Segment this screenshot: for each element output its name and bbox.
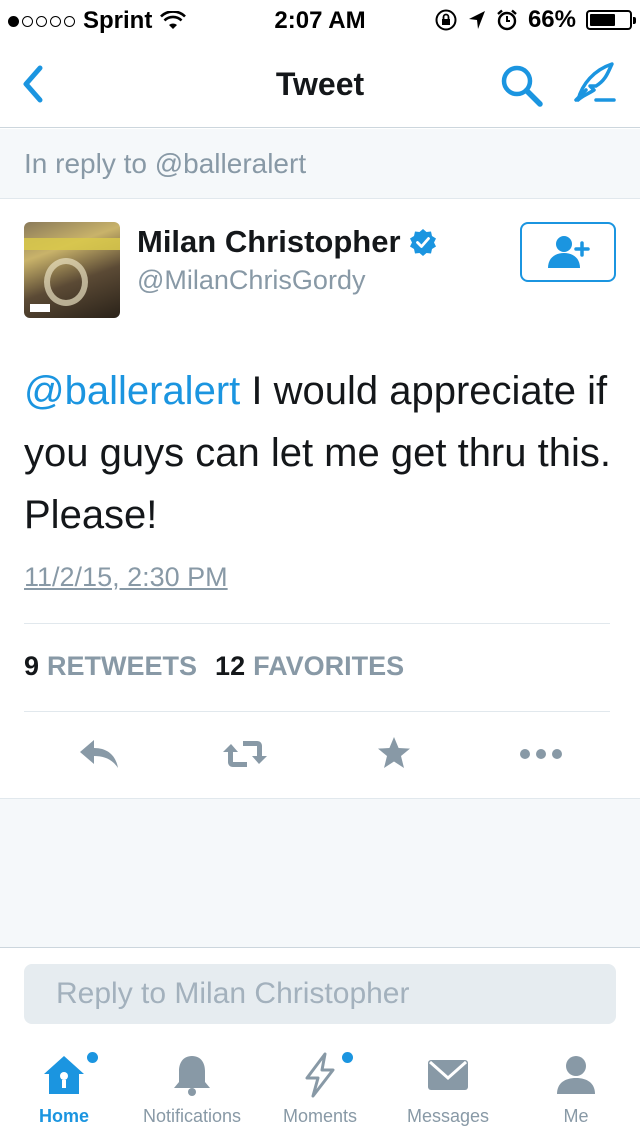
battery-fill (590, 14, 615, 26)
retweets-count: 9 (24, 651, 40, 681)
envelope-icon (428, 1060, 468, 1090)
orientation-lock-icon (435, 9, 457, 31)
tab-home[interactable]: Home (0, 1034, 128, 1136)
profile-icon (557, 1056, 595, 1094)
alarm-icon (497, 9, 517, 31)
bell-icon (174, 1056, 210, 1096)
author-name-row: Milan Christopher (137, 224, 437, 260)
author-handle[interactable]: @MilanChrisGordy (137, 265, 365, 296)
favorites-label: FAVORITES (253, 651, 405, 681)
tab-me[interactable]: Me (512, 1034, 640, 1136)
tweet-stats: 9 RETWEETS 12 FAVORITES (24, 651, 404, 682)
favorites-count: 12 (215, 651, 246, 681)
more-options-icon[interactable] (517, 734, 565, 774)
navigation-bar: Tweet (0, 40, 640, 128)
avatar-artwork-label (30, 304, 50, 312)
battery-icon (586, 10, 636, 30)
tab-moments[interactable]: Moments (256, 1034, 384, 1136)
tab-messages[interactable]: Messages (384, 1034, 512, 1136)
avatar[interactable] (24, 222, 120, 318)
follow-button[interactable] (520, 222, 616, 282)
status-right: 66% (434, 6, 636, 34)
tab-bar: Home Notifications Moments Messages Me (0, 1034, 640, 1136)
tab-messages-label: Messages (406, 1106, 490, 1126)
reply-bar (0, 948, 640, 1034)
mention-link[interactable]: @balleralert (24, 369, 240, 413)
tab-notifications-label: Notifications (142, 1106, 242, 1126)
reply-icon[interactable] (76, 734, 124, 774)
avatar-artwork-band (24, 238, 120, 250)
conversation-area (0, 798, 640, 948)
lightning-bolt-icon (305, 1052, 335, 1098)
battery-percentage: 66% (527, 6, 576, 33)
compose-tweet-icon[interactable] (572, 60, 618, 106)
retweet-icon[interactable] (221, 734, 269, 774)
favorite-star-icon[interactable] (370, 734, 418, 774)
moments-new-dot (342, 1052, 353, 1063)
in-reply-to-text: In reply to @balleralert (24, 148, 307, 179)
retweets-stat[interactable]: 9 RETWEETS (24, 651, 197, 682)
reply-input[interactable] (24, 964, 616, 1024)
home-new-dot (87, 1052, 98, 1063)
tweet-timestamp[interactable]: 11/2/15, 2:30 PM (24, 562, 228, 593)
tweet-text: @balleralert I would appreciate if you g… (24, 360, 624, 546)
tab-me-label: Me (563, 1106, 589, 1126)
location-arrow-icon (468, 11, 485, 29)
search-icon[interactable] (498, 62, 546, 110)
divider (24, 623, 610, 624)
status-bar: Sprint 2:07 AM 66% (0, 0, 640, 40)
tab-notifications[interactable]: Notifications (128, 1034, 256, 1136)
in-reply-to-banner[interactable]: In reply to @balleralert (0, 129, 640, 199)
tab-moments-label: Moments (282, 1106, 358, 1126)
verified-badge-icon (409, 229, 436, 256)
avatar-artwork-chain (44, 258, 88, 306)
favorites-stat[interactable]: 12 FAVORITES (215, 651, 404, 682)
add-user-icon (548, 236, 590, 268)
home-icon (44, 1056, 84, 1094)
tab-home-label: Home (38, 1106, 89, 1126)
divider (24, 711, 610, 712)
retweets-label: RETWEETS (47, 651, 198, 681)
author-name[interactable]: Milan Christopher (137, 224, 401, 260)
